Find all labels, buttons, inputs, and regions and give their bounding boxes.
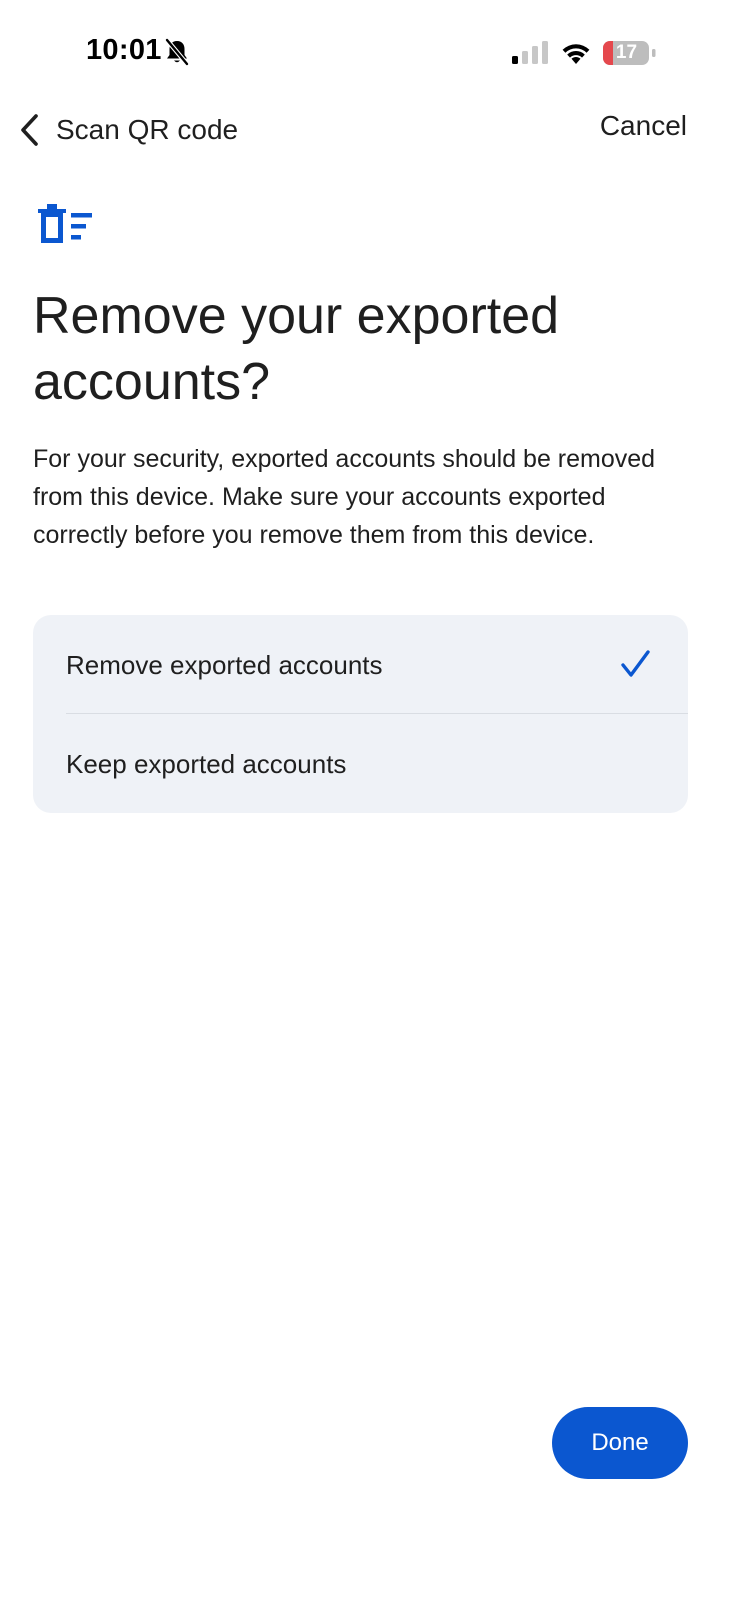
option-remove-exported-accounts[interactable]: Remove exported accounts bbox=[33, 615, 688, 714]
back-button[interactable]: Scan QR code bbox=[14, 108, 238, 152]
back-label: Scan QR code bbox=[56, 114, 239, 145]
done-button[interactable]: Done bbox=[552, 1407, 688, 1479]
status-bar: 10:01 17 bbox=[0, 0, 736, 100]
checkmark-icon bbox=[621, 650, 650, 677]
wifi-icon bbox=[562, 44, 590, 64]
status-time: 10:01 bbox=[86, 34, 162, 66]
bell-off-icon bbox=[165, 38, 189, 66]
nav-bar: Scan QR code Cancel bbox=[0, 100, 736, 160]
option-label: Keep exported accounts bbox=[66, 749, 347, 779]
delete-list-icon bbox=[38, 204, 92, 243]
battery-level: 17 bbox=[615, 42, 638, 63]
option-label: Remove exported accounts bbox=[66, 650, 383, 680]
cancel-button[interactable]: Cancel bbox=[600, 110, 687, 142]
chevron-left-icon bbox=[21, 114, 38, 146]
description-text: For your security, exported accounts sho… bbox=[33, 445, 656, 549]
options-card: Remove exported accounts Keep exported a… bbox=[33, 615, 688, 813]
cellular-signal-icon bbox=[512, 41, 548, 64]
page-title: Remove your exported accounts? bbox=[33, 287, 560, 411]
option-keep-exported-accounts[interactable]: Keep exported accounts bbox=[33, 714, 688, 813]
